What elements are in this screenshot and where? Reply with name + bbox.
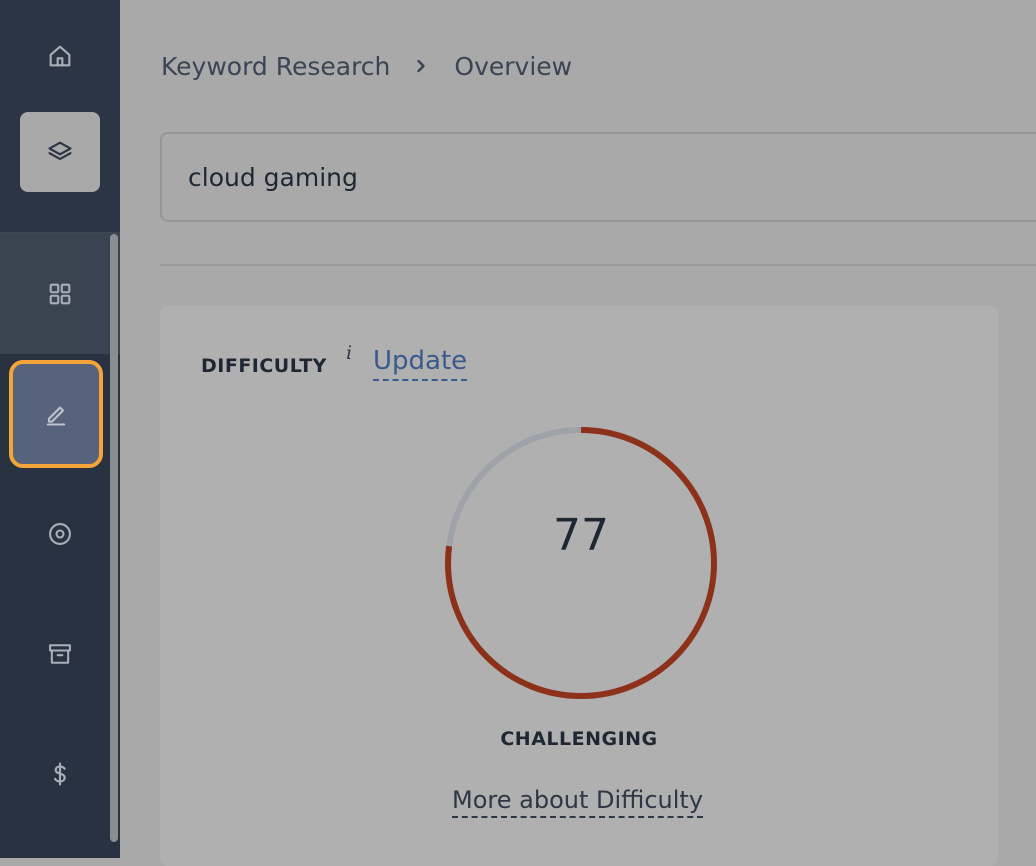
breadcrumb-overview: Overview <box>454 51 573 81</box>
sidebar-item-archive[interactable] <box>20 614 100 694</box>
difficulty-gauge <box>445 427 717 699</box>
section-divider <box>160 264 1036 266</box>
difficulty-score: 77 <box>553 510 609 561</box>
sidebar-item-home[interactable] <box>20 16 100 96</box>
difficulty-label: DIFFICULTY <box>201 355 327 377</box>
sidebar-item-editor[interactable] <box>9 360 103 468</box>
home-icon <box>49 45 71 67</box>
layers-icon <box>48 141 72 161</box>
more-about-difficulty-link[interactable]: More about Difficulty <box>452 786 704 818</box>
sidebar-scrollbar[interactable] <box>110 234 118 842</box>
sidebar-divider <box>0 232 120 233</box>
sidebar-item-layers[interactable] <box>20 112 100 192</box>
sidebar-item-billing[interactable] <box>20 734 100 814</box>
info-icon[interactable]: i <box>346 342 352 364</box>
difficulty-card: DIFFICULTY i Update 77 CHALLENGING More … <box>160 306 998 866</box>
update-link[interactable]: Update <box>373 346 468 381</box>
sidebar <box>0 0 120 858</box>
pencil-icon <box>46 406 66 426</box>
breadcrumb: Keyword Research Overview <box>161 48 572 84</box>
chevron-right-icon <box>414 59 428 73</box>
archive-icon <box>49 644 71 664</box>
sidebar-item-dashboard[interactable] <box>20 254 100 334</box>
keyword-search-input[interactable] <box>160 132 1036 222</box>
breadcrumb-keyword-research[interactable]: Keyword Research <box>161 52 390 81</box>
dollar-icon <box>54 762 66 786</box>
target-icon <box>49 523 71 545</box>
difficulty-level: CHALLENGING <box>500 728 658 750</box>
grid-icon <box>49 283 71 305</box>
sidebar-item-target[interactable] <box>20 494 100 574</box>
